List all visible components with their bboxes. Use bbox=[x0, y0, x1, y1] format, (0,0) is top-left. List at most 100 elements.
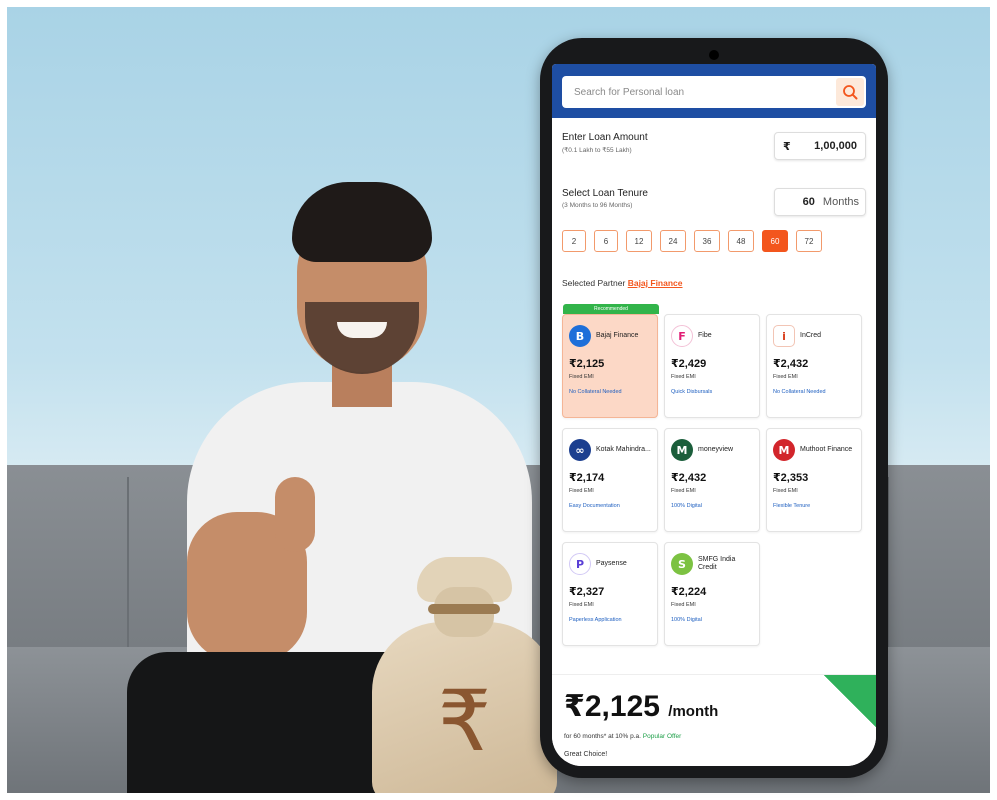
partner-grid: Recommended B Bajaj Finance ₹2,125 Fixed… bbox=[552, 304, 876, 646]
tenure-chip-36[interactable]: 36 bbox=[694, 230, 720, 252]
emi-label: Fixed EMI bbox=[569, 488, 594, 494]
partner-name: Paysense bbox=[596, 559, 627, 567]
tenure-chip-48[interactable]: 48 bbox=[728, 230, 754, 252]
selected-partner-label: Selected Partner bbox=[562, 278, 626, 288]
loan-tenure-row: Select Loan Tenure (3 Months to 96 Month… bbox=[552, 188, 876, 226]
incred-logo-icon: i bbox=[773, 325, 795, 347]
thumbs-up-hand bbox=[275, 477, 315, 552]
partner-name: Fibe bbox=[698, 331, 712, 339]
great-choice-label: Great Choice! bbox=[564, 751, 608, 758]
paysense-logo-icon: P bbox=[569, 553, 591, 575]
partner-emi: ₹2,432 bbox=[671, 472, 707, 484]
search-button[interactable] bbox=[836, 78, 864, 106]
partner-emi: ₹2,353 bbox=[773, 472, 809, 484]
partner-tag: Quick Disbursals bbox=[671, 389, 713, 395]
partner-brand: S SMFG India Credit bbox=[671, 551, 753, 577]
search-header bbox=[552, 64, 876, 118]
tenure-chip-60[interactable]: 60 bbox=[762, 230, 788, 252]
selected-partner: Selected Partner Bajaj Finance bbox=[552, 278, 876, 288]
partner-card[interactable]: ∞ Kotak Mahindra... ₹2,174 Fixed EMI Eas… bbox=[562, 428, 658, 532]
emi-label: Fixed EMI bbox=[773, 374, 798, 380]
partner-tag: Paperless Application bbox=[569, 617, 622, 623]
loan-tenure-value: 60 bbox=[802, 196, 815, 208]
tenure-chip-12[interactable]: 12 bbox=[626, 230, 652, 252]
partner-card[interactable]: M Muthoot Finance ₹2,353 Fixed EMI Flexi… bbox=[766, 428, 862, 532]
monthly-emi-value: ₹2,125 bbox=[564, 690, 660, 723]
tenure-chip-2[interactable]: 2 bbox=[562, 230, 586, 252]
partner-card[interactable]: M moneyview ₹2,432 Fixed EMI 100% Digita… bbox=[664, 428, 760, 532]
partner-emi: ₹2,174 bbox=[569, 472, 605, 484]
partner-brand: M Muthoot Finance bbox=[773, 437, 855, 463]
smfg-logo-icon: S bbox=[671, 553, 693, 575]
loan-amount-row: Enter Loan Amount (₹0.1 Lakh to ₹55 Lakh… bbox=[552, 132, 876, 170]
partner-card[interactable]: P Paysense ₹2,327 Fixed EMI Paperless Ap… bbox=[562, 542, 658, 646]
partner-tag: No Collateral Needed bbox=[569, 389, 622, 395]
loan-amount-field[interactable]: ₹ 1,00,000 bbox=[774, 132, 866, 160]
partner-card[interactable]: i InCred ₹2,432 Fixed EMI No Collateral … bbox=[766, 314, 862, 418]
smartphone: Enter Loan Amount (₹0.1 Lakh to ₹55 Lakh… bbox=[540, 38, 888, 778]
emi-summary: ₹2,125 /month for 60 months* at 10% p.a.… bbox=[552, 674, 876, 766]
monthly-emi: ₹2,125 /month bbox=[564, 689, 718, 724]
phone-screen: Enter Loan Amount (₹0.1 Lakh to ₹55 Lakh… bbox=[552, 64, 876, 766]
bajaj-finance-logo-icon: B bbox=[569, 325, 591, 347]
currency-symbol: ₹ bbox=[783, 140, 791, 153]
partner-brand: ∞ Kotak Mahindra... bbox=[569, 437, 651, 463]
search-input[interactable] bbox=[562, 86, 836, 98]
partner-brand: F Fibe bbox=[671, 323, 753, 349]
partner-tag: Flexible Tenure bbox=[773, 503, 811, 509]
kotak-logo-icon: ∞ bbox=[569, 439, 591, 461]
hair bbox=[292, 182, 432, 262]
popular-offer-label: Popular Offer bbox=[642, 733, 682, 740]
partner-tag: 100% Digital bbox=[671, 617, 702, 623]
tenure-chips: 2 6 12 24 36 48 60 72 bbox=[552, 230, 876, 252]
search-bar[interactable] bbox=[562, 76, 866, 108]
partner-card[interactable]: Recommended B Bajaj Finance ₹2,125 Fixed… bbox=[562, 304, 659, 418]
recommended-badge: Recommended bbox=[563, 304, 659, 314]
emi-label: Fixed EMI bbox=[569, 602, 594, 608]
loan-amount-value: 1,00,000 bbox=[814, 140, 857, 152]
emi-label: Fixed EMI bbox=[569, 374, 594, 380]
fibe-logo-icon: F bbox=[671, 325, 693, 347]
partner-name: Muthoot Finance bbox=[800, 445, 853, 453]
partner-tag: 100% Digital bbox=[671, 503, 702, 509]
loan-tenure-unit: Months bbox=[822, 196, 859, 208]
emi-label: Fixed EMI bbox=[773, 488, 798, 494]
monthly-emi-unit: /month bbox=[668, 703, 719, 720]
search-icon bbox=[843, 85, 858, 100]
emi-label: Fixed EMI bbox=[671, 488, 696, 494]
tenure-chip-24[interactable]: 24 bbox=[660, 230, 686, 252]
emi-fine-print: for 60 months* at 10% p.a. Popular Offer bbox=[564, 733, 681, 740]
partner-name: Bajaj Finance bbox=[596, 331, 639, 339]
partner-brand: P Paysense bbox=[569, 551, 651, 577]
selected-partner-link[interactable]: Bajaj Finance bbox=[628, 278, 683, 288]
muthoot-logo-icon: M bbox=[773, 439, 795, 461]
offer-corner-badge bbox=[824, 675, 876, 727]
beard bbox=[305, 302, 419, 374]
partner-name: InCred bbox=[800, 331, 822, 339]
partner-emi: ₹2,432 bbox=[773, 358, 809, 370]
partner-tag: Easy Documentation bbox=[569, 503, 620, 509]
partner-tag: No Collateral Needed bbox=[773, 389, 826, 395]
partner-brand: i InCred bbox=[773, 323, 855, 349]
rupee-symbol-icon: ₹ bbox=[437, 672, 492, 770]
partner-emi: ₹2,224 bbox=[671, 586, 707, 598]
partner-emi: ₹2,327 bbox=[569, 586, 605, 598]
partner-name: SMFG India Credit bbox=[698, 555, 736, 571]
money-bag: ₹ bbox=[362, 552, 567, 793]
partner-brand: M moneyview bbox=[671, 437, 753, 463]
emi-terms: for 60 months* at 10% p.a. bbox=[564, 733, 641, 740]
tenure-chip-6[interactable]: 6 bbox=[594, 230, 618, 252]
partner-name: moneyview bbox=[698, 445, 734, 453]
emi-label: Fixed EMI bbox=[671, 374, 696, 380]
tenure-chip-72[interactable]: 72 bbox=[796, 230, 822, 252]
emi-label: Fixed EMI bbox=[671, 602, 696, 608]
loan-tenure-field[interactable]: 60 Months bbox=[774, 188, 866, 216]
partner-card[interactable]: F Fibe ₹2,429 Fixed EMI Quick Disbursals bbox=[664, 314, 760, 418]
partner-name: Kotak Mahindra... bbox=[596, 445, 651, 453]
partner-emi: ₹2,125 bbox=[569, 358, 605, 370]
partner-emi: ₹2,429 bbox=[671, 358, 707, 370]
front-camera bbox=[709, 50, 719, 60]
partner-brand: B Bajaj Finance bbox=[569, 323, 651, 349]
partner-card[interactable]: S SMFG India Credit ₹2,224 Fixed EMI 100… bbox=[664, 542, 760, 646]
moneyview-logo-icon: M bbox=[671, 439, 693, 461]
